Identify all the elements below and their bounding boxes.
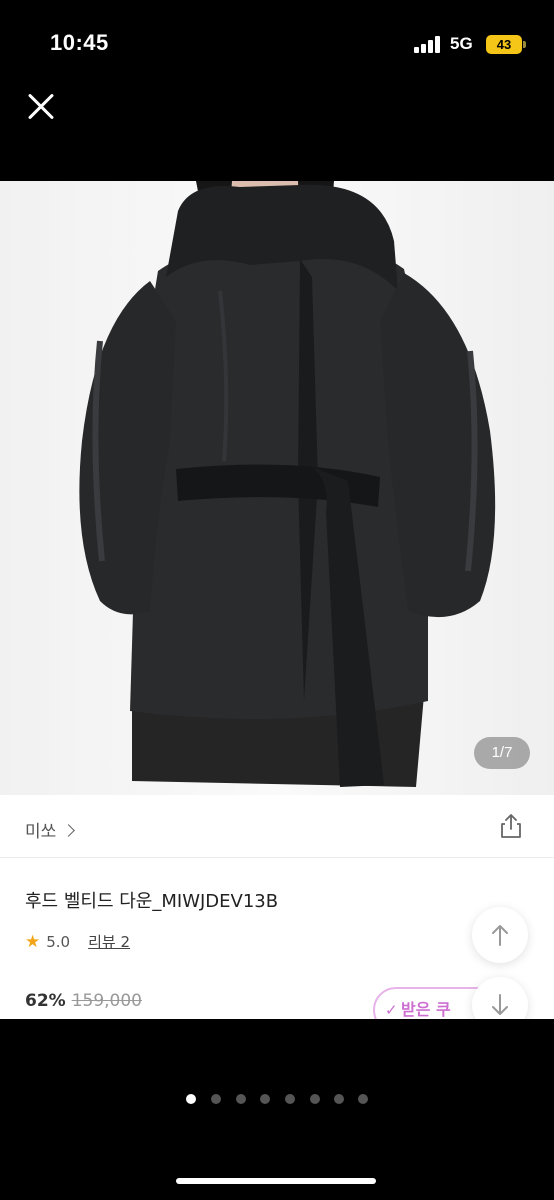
battery-icon: 43 (486, 35, 522, 54)
arrow-down-icon (492, 994, 508, 1015)
chevron-right-icon (62, 824, 76, 837)
scroll-up-button[interactable] (472, 907, 528, 963)
scroll-down-button[interactable] (472, 977, 528, 1019)
product-title: 후드 벨티드 다운_MIWJDEV13B (25, 891, 279, 912)
original-price: 159,000 (71, 991, 143, 1011)
pager-dot-4[interactable] (260, 1094, 270, 1104)
status-time: 10:45 (50, 30, 109, 55)
pager-dot-7[interactable] (334, 1094, 344, 1104)
rating-row: ★ 5.0 리뷰 2 (25, 931, 130, 952)
pager-dot-1[interactable] (186, 1094, 196, 1104)
status-bar: 10:45 5G 43 (0, 0, 554, 90)
brand-name: 미쏘 (25, 822, 57, 842)
star-icon: ★ (25, 932, 41, 952)
image-pager (0, 1094, 554, 1110)
brand-link[interactable]: 미쏘 (25, 817, 76, 842)
battery-tip (523, 41, 526, 48)
home-indicator[interactable] (176, 1178, 376, 1184)
pager-dot-8[interactable] (358, 1094, 368, 1104)
discount-rate: 62% (25, 991, 66, 1011)
product-image[interactable]: 1/7 (0, 181, 554, 795)
pager-dot-2[interactable] (211, 1094, 221, 1104)
pager-dot-6[interactable] (310, 1094, 320, 1104)
pager-dot-3[interactable] (236, 1094, 246, 1104)
pager-dot-5[interactable] (285, 1094, 295, 1104)
product-preview: 1/7 미쏘 후드 벨티드 다운_MIWJDEV13B ★ 5.0 리뷰 2 62%… (0, 181, 554, 1019)
rating-value: 5.0 (46, 933, 71, 951)
share-icon[interactable] (497, 812, 525, 840)
jacket-illustration (79, 181, 496, 787)
reviews-link[interactable]: 리뷰 2 (88, 933, 130, 951)
arrow-up-icon (492, 925, 508, 946)
signal-icon (414, 35, 444, 53)
brand-row: 미쏘 (0, 795, 554, 858)
price-row: 62% 159,000 (25, 991, 142, 1011)
image-counter: 1/7 (474, 737, 530, 769)
network-type: 5G (450, 34, 473, 53)
close-icon[interactable] (26, 92, 56, 122)
